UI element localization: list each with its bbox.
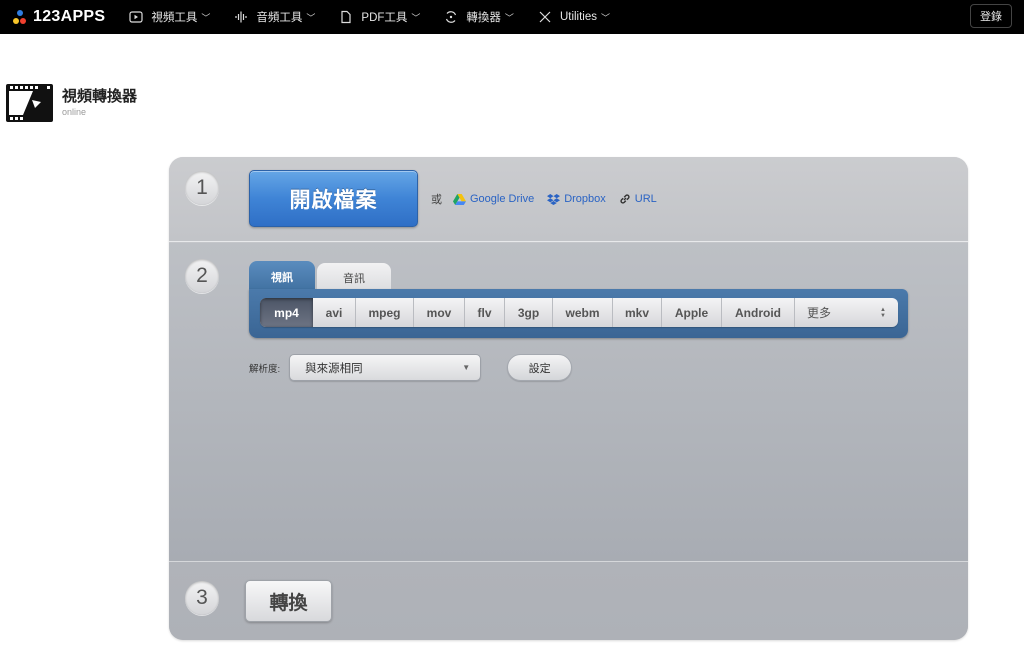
- top-navbar: 123APPS 視頻工具 ﹀ 音頻工具 ﹀ PDF工具 ﹀ 轉換器 ﹀ Util…: [0, 0, 1024, 34]
- step-number: 2: [185, 259, 219, 293]
- logo[interactable]: 123APPS: [12, 0, 105, 34]
- dropbox-label: Dropbox: [564, 193, 606, 205]
- nav-label: 音頻工具: [256, 12, 303, 24]
- resolution-select[interactable]: 與來源相同 ▼: [289, 354, 482, 381]
- dropbox-icon: [547, 193, 561, 205]
- format-3gp[interactable]: 3gp: [505, 298, 553, 327]
- app-header: 視頻轉換器 online: [5, 83, 137, 123]
- convert-button[interactable]: 轉換: [245, 580, 332, 622]
- nav-pdf-tools[interactable]: PDF工具 ﹀: [339, 9, 420, 25]
- chevron-down-icon: ﹀: [306, 12, 316, 23]
- step-number: 3: [185, 581, 219, 615]
- resolution-row: 解析度: 與來源相同 ▼ 設定: [249, 354, 573, 381]
- format-mov[interactable]: mov: [414, 298, 465, 327]
- google-drive-icon: [453, 193, 466, 205]
- resolution-label: 解析度:: [249, 363, 281, 375]
- format-list: mp4 avi mpeg mov flv 3gp webm mkv Apple …: [260, 298, 898, 327]
- more-formats-label: 更多: [807, 306, 832, 320]
- nav-label: Utilities: [559, 11, 597, 23]
- format-mpeg[interactable]: mpeg: [356, 298, 414, 327]
- step-choose-format: 2 視訊 音訊 mp4 avi mpeg mov flv 3gp webm mk…: [169, 243, 968, 562]
- video-converter-icon: [6, 84, 53, 122]
- logo-dots-icon: [12, 9, 28, 25]
- nav-video-tools[interactable]: 視頻工具 ﹀: [129, 9, 210, 25]
- or-label: 或: [431, 194, 442, 206]
- format-mkv[interactable]: mkv: [613, 298, 662, 327]
- google-drive-label: Google Drive: [470, 193, 535, 205]
- play-icon: [129, 10, 143, 24]
- open-file-button[interactable]: 開啟檔案: [249, 170, 418, 227]
- app-subtitle: online: [62, 107, 87, 117]
- nav-audio-tools[interactable]: 音頻工具 ﹀: [234, 9, 315, 25]
- chevron-down-icon: ﹀: [411, 12, 421, 23]
- nav-label: 視頻工具: [151, 12, 198, 24]
- step-convert: 3 轉換: [169, 563, 968, 640]
- nav-converters[interactable]: 轉換器 ﹀: [444, 9, 514, 25]
- converter-panel: 1 開啟檔案 或 Google Drive Dropbox URL 2 視訊 音…: [169, 157, 968, 640]
- format-mp4[interactable]: mp4: [260, 298, 313, 327]
- chevron-down-icon: ﹀: [601, 12, 611, 23]
- url-link[interactable]: URL: [619, 193, 657, 205]
- login-button[interactable]: 登錄: [970, 4, 1012, 28]
- app-title: 視頻轉換器: [62, 88, 138, 105]
- document-icon: [339, 10, 353, 24]
- waveform-icon: [234, 10, 248, 24]
- step-open-file: 1 開啟檔案 或 Google Drive Dropbox URL: [169, 157, 968, 242]
- convert-icon: [444, 10, 458, 24]
- up-down-arrows-icon: ▲ ▼: [880, 306, 886, 319]
- nav-label: PDF工具: [361, 12, 408, 24]
- nav-label: 轉換器: [466, 12, 501, 24]
- caret-down-icon: ▼: [462, 363, 471, 372]
- dropbox-link[interactable]: Dropbox: [547, 193, 606, 205]
- nav-utilities[interactable]: Utilities ﹀: [538, 10, 610, 24]
- chevron-down-icon: ﹀: [201, 12, 211, 23]
- format-webm[interactable]: webm: [553, 298, 613, 327]
- chevron-down-icon: ﹀: [504, 12, 514, 23]
- format-android[interactable]: Android: [722, 298, 795, 327]
- main-nav: 視頻工具 ﹀ 音頻工具 ﹀ PDF工具 ﹀ 轉換器 ﹀ Utilities ﹀: [129, 9, 634, 25]
- tools-icon: [538, 10, 552, 24]
- format-avi[interactable]: avi: [313, 298, 356, 327]
- step-number: 1: [185, 171, 219, 205]
- settings-button[interactable]: 設定: [507, 354, 573, 381]
- url-label: URL: [634, 193, 657, 205]
- format-flv[interactable]: flv: [465, 298, 505, 327]
- more-formats-select[interactable]: 更多 ▲ ▼: [795, 298, 898, 327]
- format-bar: mp4 avi mpeg mov flv 3gp webm mkv Apple …: [249, 289, 908, 338]
- google-drive-link[interactable]: Google Drive: [453, 193, 534, 205]
- resolution-value: 與來源相同: [305, 362, 363, 375]
- file-sources: 或 Google Drive Dropbox URL: [431, 191, 670, 207]
- format-apple[interactable]: Apple: [662, 298, 722, 327]
- link-icon: [620, 194, 630, 204]
- logo-text: 123APPS: [33, 8, 106, 25]
